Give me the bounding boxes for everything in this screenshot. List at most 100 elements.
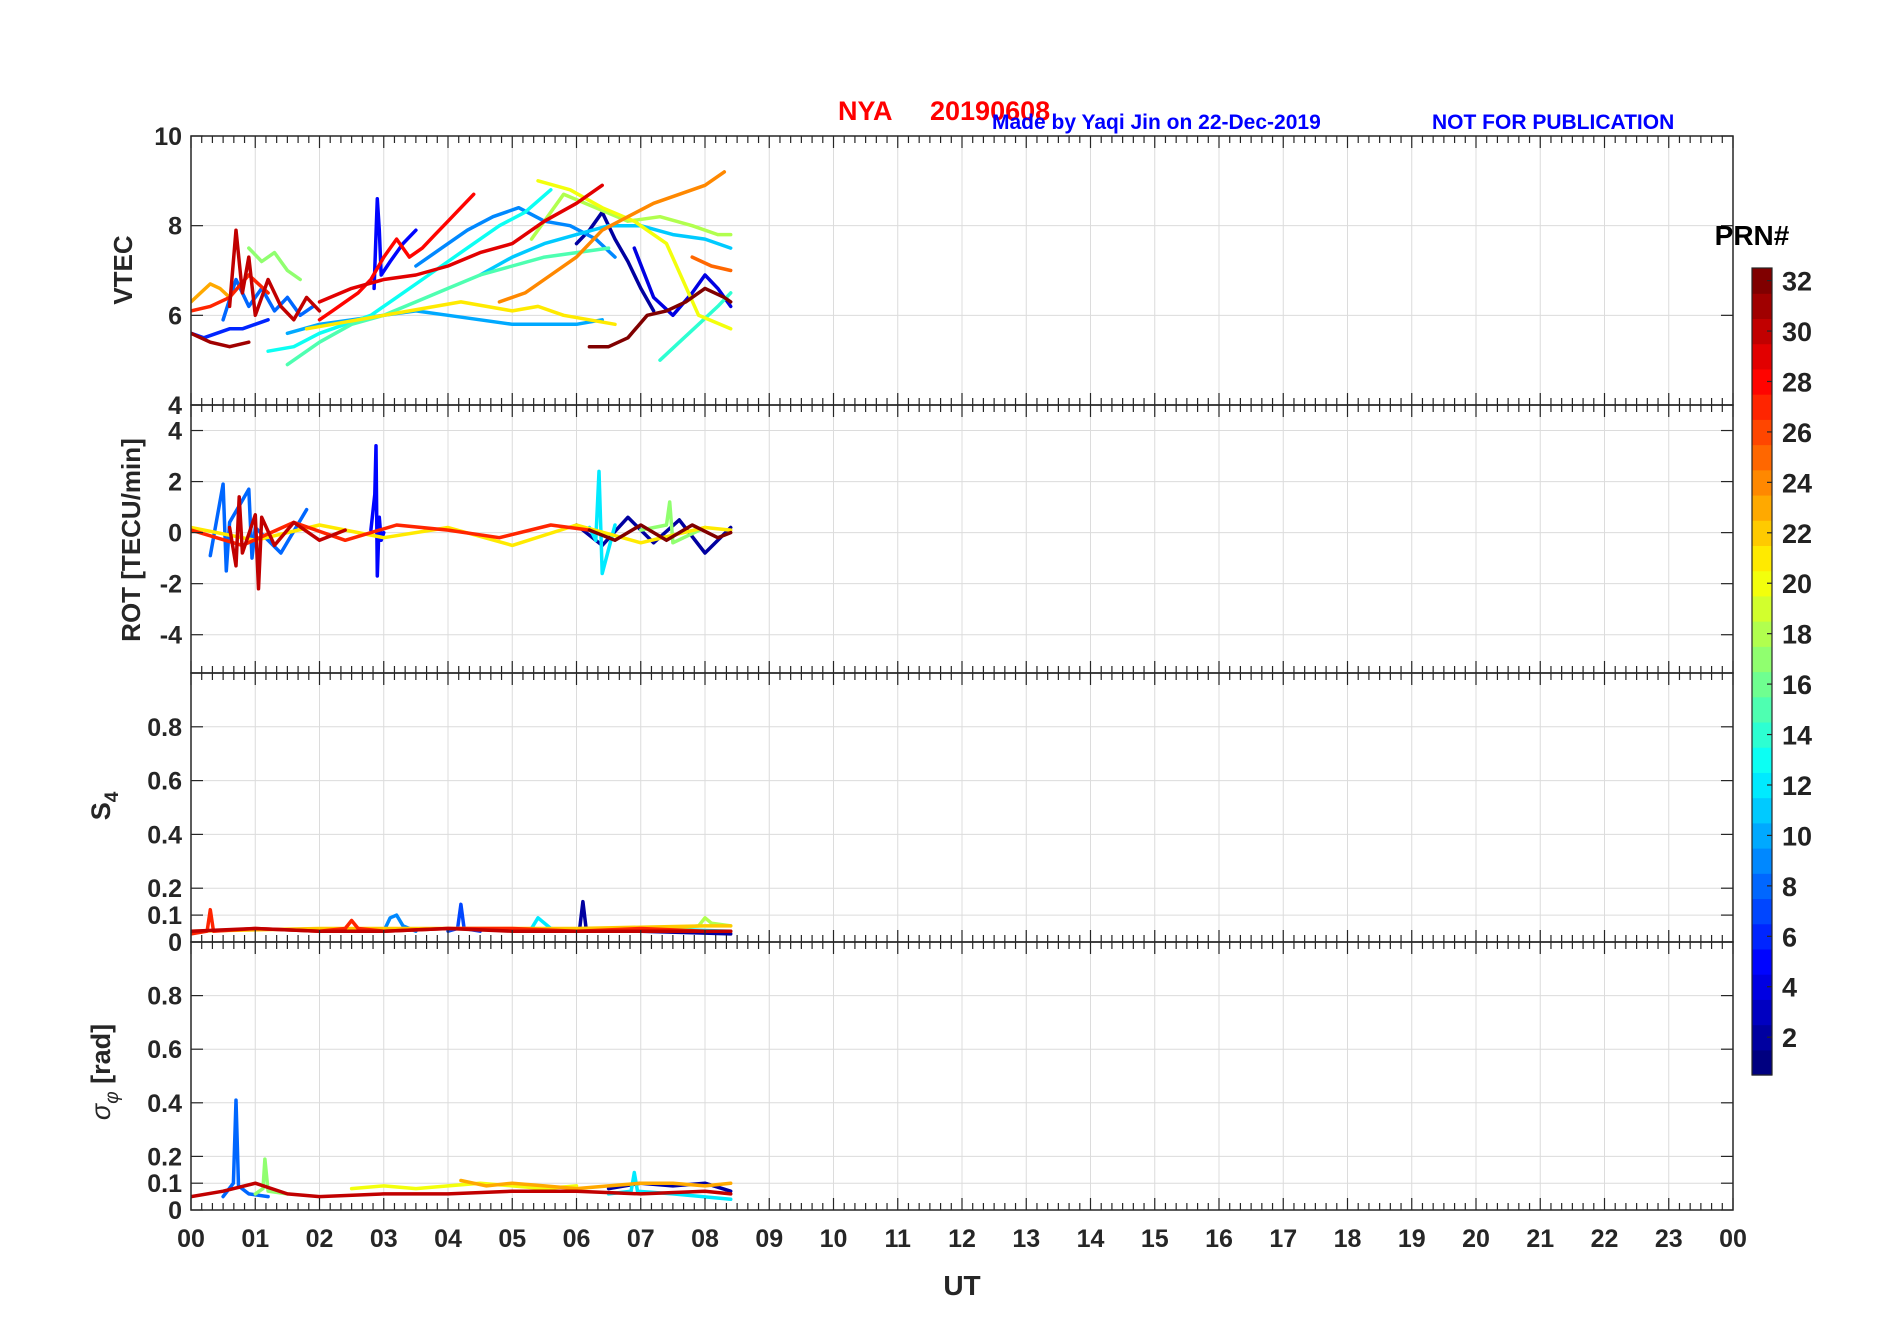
panel-vtec: 4 6 8 10	[154, 123, 1734, 420]
colorbar-swatch	[1752, 394, 1772, 420]
y-tick-label: 0.8	[147, 714, 182, 742]
colorbar-tick-label: 24	[1782, 468, 1812, 498]
x-tick-label: 22	[1591, 1225, 1619, 1253]
series-line-prn-17	[247, 246, 302, 282]
x-tick-label: 17	[1269, 1225, 1297, 1253]
figure: NYA 20190608 Made by Yaqi Jin on 22-Dec-…	[86, 96, 1812, 1301]
panel-rot: -4 -2 0 2 4	[160, 404, 1734, 674]
colorbar-tick-label: 4	[1782, 973, 1797, 1003]
series-line-prn-28	[317, 192, 476, 322]
y-tick-label: 0.1	[147, 1170, 182, 1198]
series-line-prn-6	[191, 318, 270, 340]
colorbar-tick-label: 20	[1782, 569, 1812, 599]
x-tick-label: 18	[1334, 1225, 1362, 1253]
colorbar-tick-label: 16	[1782, 670, 1812, 700]
y-tick-label: 0.2	[147, 875, 182, 903]
colorbar-title: PRN#	[1715, 220, 1790, 251]
colorbar-tick-label: 26	[1782, 418, 1812, 448]
y-tick-label: 2	[168, 469, 182, 497]
colorbar-swatch	[1752, 494, 1772, 521]
x-tick-label: 21	[1526, 1225, 1554, 1253]
colorbar-tick-label: 18	[1782, 620, 1812, 650]
x-tick-label: 06	[563, 1225, 591, 1253]
series-line-prn-8	[221, 277, 315, 322]
y-tick-label: 0.8	[147, 983, 182, 1011]
series-line-prn-25	[690, 255, 733, 273]
ylabel-sigma-phi: σφ [rad]	[86, 1024, 123, 1120]
colorbar-tick-label: 28	[1782, 367, 1812, 397]
x-tick-label: 13	[1012, 1225, 1040, 1253]
x-tick-label: 04	[434, 1225, 462, 1253]
colorbar-tick-label: 32	[1782, 267, 1812, 297]
colorbar-swatch	[1752, 898, 1772, 925]
colorbar-swatch	[1752, 1049, 1772, 1076]
y-tick-label: 0.1	[147, 902, 182, 930]
colorbar-swatch	[1752, 444, 1772, 471]
x-axis-ticklabels: 00 01 02 03 04 05 06 07 08 09 10 11 12 13 14 15 16 17 18 19…	[177, 1225, 1747, 1253]
y-tick-label: 0	[168, 1197, 182, 1225]
series-line-prn-10	[285, 309, 604, 336]
ylabel-s4: S4	[86, 791, 123, 820]
colorbar-swatch	[1752, 595, 1772, 622]
colorbar-tick-label: 22	[1782, 519, 1812, 549]
series-line-prn-30	[227, 228, 322, 322]
colorbar-swatch	[1752, 948, 1772, 975]
ylabel-vtec: VTEC	[108, 235, 138, 305]
colorbar-tick-label: 2	[1782, 1023, 1797, 1053]
y-tick-label: 0	[168, 929, 182, 957]
x-tick-label: 10	[820, 1225, 848, 1253]
x-tick-label: 16	[1205, 1225, 1233, 1253]
y-tick-label: 4	[168, 392, 182, 420]
y-tick-label: 0.6	[147, 1036, 182, 1064]
colorbar-tick-label: 8	[1782, 872, 1797, 902]
x-tick-label: 09	[755, 1225, 783, 1253]
y-tick-label: 4	[168, 418, 182, 446]
y-tick-label: 6	[168, 302, 182, 330]
colorbar-tick-label: 10	[1782, 821, 1812, 851]
series-line-prn-14	[658, 291, 733, 362]
x-tick-label: 03	[370, 1225, 398, 1253]
series-group	[191, 444, 733, 591]
colorbar-swatch	[1752, 696, 1772, 723]
colorbar-swatch	[1752, 797, 1772, 824]
x-tick-label: 02	[306, 1225, 334, 1253]
x-tick-label: 08	[691, 1225, 719, 1253]
colorbar-tick-label: 14	[1782, 721, 1812, 751]
ylabel-rot: ROT [TECU/min]	[116, 438, 146, 642]
x-tick-label: 15	[1141, 1225, 1169, 1253]
y-tick-label: 0	[168, 520, 182, 548]
x-tick-label: 11	[885, 1225, 912, 1253]
y-tick-label: -4	[160, 622, 182, 650]
panel-sigma-phi: 00.10.2 0.4 0.6 0.8	[147, 941, 1734, 1225]
y-tick-label: 0.4	[147, 1090, 182, 1118]
y-tick-label: 0.4	[147, 821, 182, 849]
series-group	[191, 170, 733, 367]
x-tick-label: 01	[241, 1225, 269, 1253]
station-label: NYA	[838, 96, 893, 126]
colorbar-swatch	[1752, 747, 1772, 773]
series-line-prn-5	[369, 444, 386, 578]
series-group	[191, 899, 733, 936]
series-line-prn-8	[221, 1098, 270, 1199]
panel-s4: 00.10.2 0.4 0.6 0.8	[147, 672, 1734, 957]
colorbar-tick-label: 30	[1782, 317, 1812, 347]
colorbar-swatch	[1752, 999, 1772, 1026]
colorbar-tick-label: 6	[1782, 922, 1797, 952]
colorbar-swatch	[1752, 646, 1772, 673]
x-tick-label: 23	[1655, 1225, 1683, 1253]
x-tick-label: 00	[177, 1225, 205, 1253]
x-tick-label: 19	[1398, 1225, 1426, 1253]
x-tick-label: 07	[627, 1225, 655, 1253]
colorbar-tick-label: 12	[1782, 771, 1812, 801]
credit-label: Made by Yaqi Jin on 22-Dec-2019	[992, 111, 1321, 134]
x-tick-label: 00	[1719, 1225, 1747, 1253]
y-tick-label: -2	[160, 571, 182, 599]
colorbar-swatch	[1752, 545, 1772, 572]
colorbar: 2468101214161820222426283032	[1751, 267, 1812, 1076]
x-tick-label: 05	[498, 1225, 526, 1253]
series-group	[191, 1098, 733, 1202]
y-tick-label: 0.2	[147, 1143, 182, 1171]
colorbar-swatch	[1752, 848, 1772, 874]
x-tick-label: 20	[1462, 1225, 1490, 1253]
notice-label: NOT FOR PUBLICATION	[1432, 111, 1674, 134]
